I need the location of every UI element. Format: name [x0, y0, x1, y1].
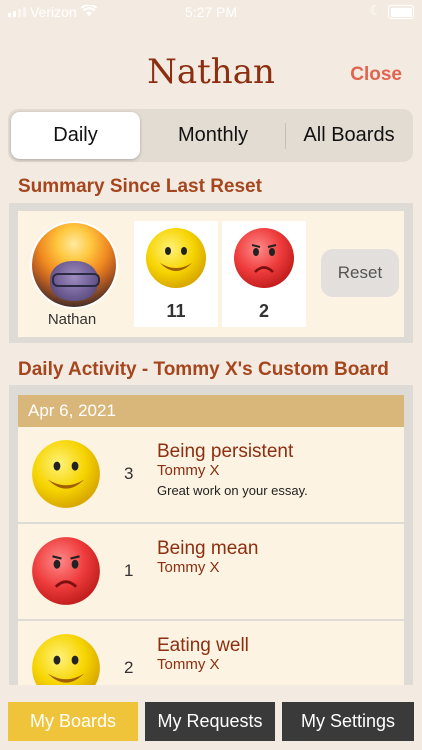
- item-note: Great work on your essay.: [157, 483, 308, 498]
- sad-count: 2: [258, 301, 269, 321]
- avatar-name: Nathan: [47, 311, 97, 328]
- sad-count-card: 2: [222, 221, 306, 327]
- happy-face-icon: [31, 633, 101, 685]
- avatar-glasses: [52, 273, 100, 287]
- status-time: 5:27 PM: [184, 4, 238, 20]
- activity-list: Apr 6, 2021 3 Being persistent Tommy X G…: [9, 385, 413, 685]
- tab-daily[interactable]: Daily: [11, 112, 140, 159]
- owner-name: Tommy X: [157, 559, 220, 576]
- happy-count: 11: [166, 301, 186, 321]
- happy-count-card: 11: [134, 221, 218, 327]
- owner-name: Tommy X: [157, 462, 220, 479]
- nav-my-requests[interactable]: My Requests: [145, 702, 275, 741]
- happy-face-icon: [145, 227, 207, 294]
- tab-monthly[interactable]: Monthly: [143, 112, 283, 159]
- activity-title: Daily Activity - Tommy X's Custom Board: [18, 359, 389, 380]
- avatar: [30, 221, 118, 309]
- status-bar: Verizon 5:27 PM ☾: [0, 0, 422, 24]
- summary-title: Summary Since Last Reset: [18, 176, 262, 197]
- segment-divider: [285, 123, 286, 149]
- item-count: 2: [124, 658, 134, 677]
- nav-my-settings[interactable]: My Settings: [282, 702, 414, 741]
- behavior-name: Eating well: [157, 635, 249, 656]
- list-item[interactable]: 2 Eating well Tommy X: [18, 621, 404, 685]
- battery-icon: [388, 5, 414, 19]
- behavior-name: Being persistent: [157, 441, 294, 462]
- summary-content: Nathan 11 2 Reset: [18, 211, 404, 337]
- owner-name: Tommy X: [157, 656, 220, 673]
- tab-all-boards[interactable]: All Boards: [287, 112, 411, 159]
- close-button[interactable]: Close: [350, 64, 402, 86]
- item-count: 1: [124, 561, 134, 580]
- nav-my-boards[interactable]: My Boards: [8, 702, 138, 741]
- happy-face-icon: [31, 439, 101, 514]
- date-header: Apr 6, 2021: [18, 395, 404, 427]
- item-count: 3: [124, 464, 134, 483]
- behavior-name: Being mean: [157, 538, 259, 559]
- reset-button[interactable]: Reset: [321, 249, 399, 297]
- list-item[interactable]: 1 Being mean Tommy X: [18, 524, 404, 619]
- list-item[interactable]: 3 Being persistent Tommy X Great work on…: [18, 427, 404, 522]
- summary-panel: Nathan 11 2 Reset: [9, 203, 413, 343]
- do-not-disturb-icon: ☾: [369, 2, 382, 18]
- period-segmented-control: Daily Monthly All Boards: [8, 109, 413, 162]
- sad-face-icon: [233, 227, 295, 294]
- bottom-nav: My Boards My Requests My Settings: [0, 695, 422, 750]
- sad-face-icon: [31, 536, 101, 611]
